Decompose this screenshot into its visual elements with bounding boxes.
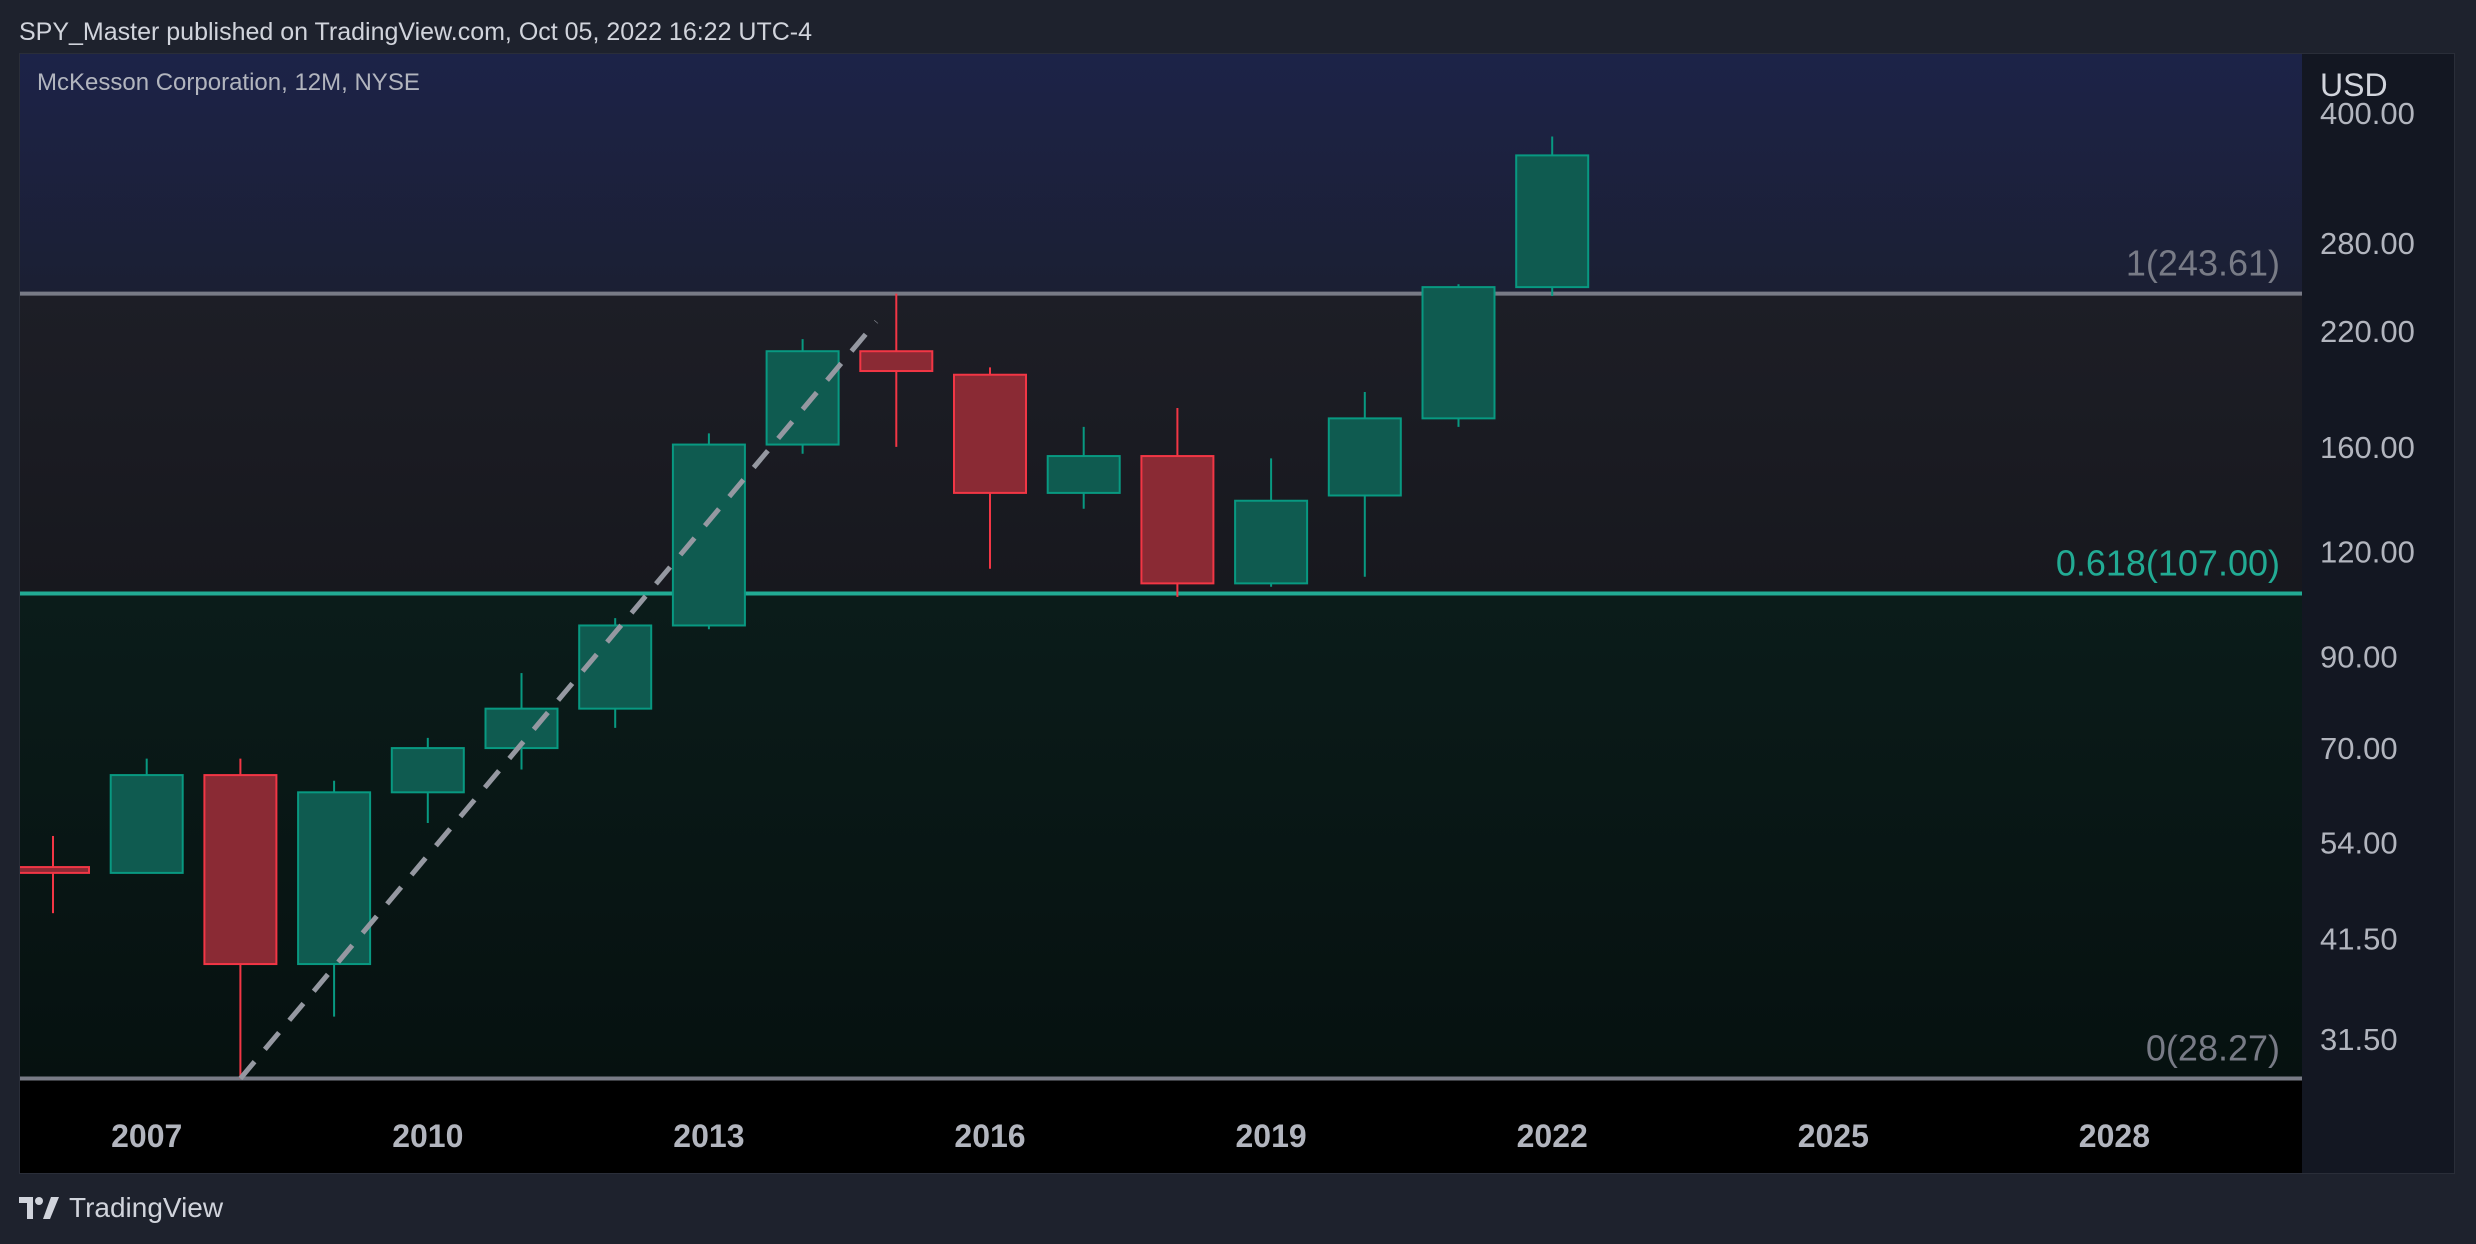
fib-level-label: 0(28.27)	[2146, 1027, 2280, 1068]
candle-body	[390, 747, 465, 794]
tradingview-logo-icon	[19, 1197, 59, 1219]
candle-body	[1421, 286, 1496, 420]
candlestick-chart[interactable]: 1(243.61)0.618(107.00)0(28.27) 400.00280…	[20, 54, 2454, 1173]
candle-body	[1234, 499, 1309, 585]
candle-body	[859, 350, 934, 373]
symbol-title: McKesson Corporation, 12M, NYSE	[37, 69, 420, 96]
price-tick-label: 70.00	[2320, 731, 2398, 766]
candle-body	[671, 443, 746, 627]
price-axis-unit: USD	[2320, 67, 2388, 103]
year-tick-label: 2019	[1236, 1118, 1307, 1154]
year-tick-label: 2025	[1798, 1118, 1869, 1154]
candle-body	[203, 774, 278, 966]
price-tick-label: 90.00	[2320, 640, 2398, 675]
year-tick-label: 2007	[111, 1118, 182, 1154]
year-tick-label: 2028	[2079, 1118, 2150, 1154]
footer-brand[interactable]: TradingView	[19, 1192, 223, 1224]
year-tick-label: 2016	[954, 1118, 1025, 1154]
price-tick-label: 41.50	[2320, 922, 2398, 957]
year-tick-label: 2010	[392, 1118, 463, 1154]
publisher-header: SPY_Master published on TradingView.com,…	[19, 18, 813, 46]
candle-body	[20, 866, 90, 874]
candle-body	[109, 774, 184, 874]
fib-level-label: 0.618(107.00)	[2056, 542, 2280, 583]
candle-body	[578, 624, 653, 710]
candle-body	[1327, 417, 1402, 497]
year-tick-label: 2022	[1517, 1118, 1588, 1154]
chart-pane[interactable]: 1(243.61) 0.618(107.00) 0(28.27) 400.00 280…	[19, 53, 2455, 1174]
price-tick-label: 120.00	[2320, 535, 2415, 570]
candle-body	[1140, 455, 1215, 585]
candle-body	[953, 373, 1027, 494]
price-tick-label: 160.00	[2320, 430, 2415, 465]
year-tick-label: 2013	[673, 1118, 744, 1154]
time-axis: 2007 2010 2013 2016 2019 2022 2025 2028	[111, 1118, 2150, 1154]
candle-body	[297, 791, 372, 966]
candle-body	[765, 350, 840, 446]
price-tick-label: 280.00	[2320, 226, 2415, 261]
candle-body	[1046, 455, 1121, 494]
candle-body	[1515, 154, 1590, 289]
fib-level-label: 1(243.61)	[2126, 243, 2280, 284]
price-tick-label: 31.50	[2320, 1022, 2398, 1057]
brand-name: TradingView	[69, 1192, 224, 1223]
price-tick-label: 220.00	[2320, 314, 2415, 349]
price-axis-panel[interactable]	[2302, 54, 2454, 1173]
price-tick-label: 54.00	[2320, 826, 2398, 861]
